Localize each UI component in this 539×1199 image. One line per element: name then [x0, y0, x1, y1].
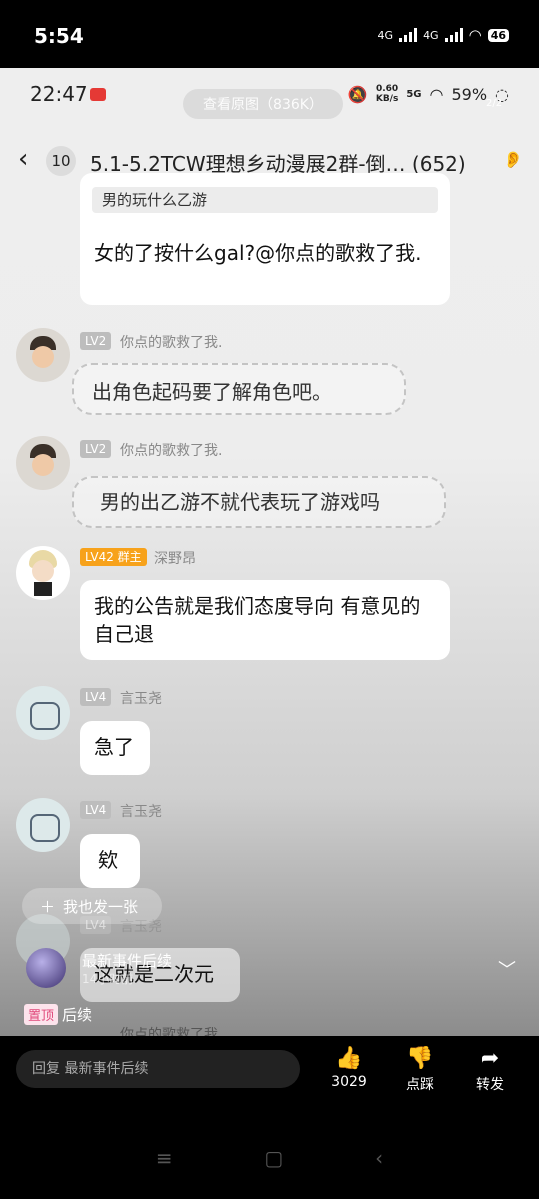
- speed-unit: KB/s: [375, 94, 399, 104]
- thumbs-up-icon: 👍: [335, 1046, 363, 1071]
- speed-value: 0.60: [375, 84, 399, 94]
- level-badge: LV2: [80, 332, 112, 350]
- menu-icon[interactable]: ≡: [156, 1146, 173, 1170]
- back-icon[interactable]: ‹: [375, 1146, 383, 1170]
- signal-icon: [444, 28, 463, 42]
- avatar[interactable]: [16, 686, 70, 740]
- message-bubble[interactable]: 欸: [80, 834, 140, 888]
- message-bubble[interactable]: 男的玩什么乙游 女的了按什么gal?@你点的歌救了我.: [80, 173, 450, 305]
- level-badge: LV2: [80, 440, 112, 458]
- level-badge: LV4: [80, 688, 112, 706]
- screenshot-viewer[interactable]: 22:47 查看原图（836K） 🔕 0.60 KB/s 5G ◠ 59% ◌ …: [0, 68, 539, 1036]
- share-arrow-icon: ➦: [480, 1046, 500, 1071]
- image-pager: 2/2: [486, 98, 503, 109]
- outer-status-bar: 5:54 4G 4G ◠ 46: [0, 0, 539, 68]
- ear-icon[interactable]: 👂: [503, 150, 523, 169]
- like-count: 3029: [331, 1074, 367, 1090]
- event-avatar: [26, 948, 66, 988]
- latest-event-card[interactable]: 最新事件后续 14小时前 ﹀: [26, 948, 516, 990]
- post-image-label: 我也发一张: [63, 897, 139, 916]
- username[interactable]: 你点的歌救了我.: [120, 440, 222, 460]
- pinned-label: 后续: [62, 1006, 93, 1024]
- reply-input[interactable]: 回复 最新事件后续: [16, 1050, 300, 1088]
- inner-clock: 22:47: [30, 82, 88, 106]
- message-text: 男的出乙游不就代表玩了游戏吗: [100, 490, 380, 514]
- level-badge: LV42 群主: [80, 548, 147, 566]
- dislike-label: 点踩: [406, 1077, 434, 1093]
- plus-icon: ＋: [40, 897, 56, 916]
- share-button[interactable]: ➦ 转发: [460, 1046, 520, 1094]
- avatar[interactable]: [16, 328, 70, 382]
- network-label-2: 4G: [423, 28, 439, 42]
- event-time: 14小时前: [82, 972, 134, 986]
- message-bubble[interactable]: 急了: [80, 721, 150, 775]
- wifi-icon: ◠: [429, 84, 444, 104]
- username[interactable]: 深野昂: [154, 548, 196, 568]
- network-label-1: 4G: [377, 28, 394, 42]
- battery-percent: 59%: [451, 84, 488, 104]
- quoted-message: 男的玩什么乙游: [92, 187, 438, 213]
- app-notification-icon: [90, 88, 106, 101]
- battery-icon: 46: [487, 28, 509, 42]
- avatar[interactable]: [16, 546, 70, 600]
- thumbs-down-icon: 👎: [406, 1046, 434, 1071]
- username[interactable]: 言玉尧: [120, 688, 162, 708]
- message-text: 女的了按什么gal?@你点的歌救了我.: [94, 241, 422, 265]
- outer-status-icons: 4G 4G ◠ 46: [378, 26, 509, 44]
- share-label: 转发: [476, 1077, 504, 1093]
- home-icon[interactable]: ▢: [264, 1146, 283, 1170]
- username: 你点的歌救了我.: [120, 1027, 223, 1036]
- message-bubble[interactable]: 我的公告就是我们态度导向 有意见的自己退: [80, 580, 450, 660]
- signal-icon: [399, 28, 418, 42]
- avatar[interactable]: [16, 798, 70, 852]
- mute-bell-icon: 🔕: [347, 84, 368, 104]
- outer-clock: 5:54: [34, 24, 84, 48]
- view-original-label: 查看原图（836K）: [203, 97, 323, 113]
- like-button[interactable]: 👍 3029: [319, 1046, 379, 1090]
- event-title: 最新事件后续: [82, 952, 173, 970]
- message-text: 急了: [94, 735, 134, 759]
- chevron-down-icon[interactable]: ﹀: [498, 956, 516, 982]
- back-chevron-icon[interactable]: ‹: [18, 144, 28, 174]
- dislike-button[interactable]: 👎 点踩: [390, 1046, 450, 1094]
- pinned-tag: 置顶: [24, 1004, 59, 1025]
- unread-count-badge: 10: [46, 146, 76, 176]
- username[interactable]: 你点的歌救了我.: [120, 332, 222, 352]
- network-speed: 0.60 KB/s: [376, 84, 398, 104]
- inner-status-icons: 🔕 0.60 KB/s 5G ◠ 59% ◌: [348, 84, 509, 104]
- avatar[interactable]: [16, 436, 70, 490]
- bottom-action-bar: 回复 最新事件后续 👍 3029 👎 点踩 ➦ 转发 ≡ ▢ ‹: [0, 1036, 539, 1199]
- network-label: 5G: [406, 88, 422, 100]
- message-text: 欸: [98, 848, 118, 872]
- view-original-button[interactable]: 查看原图（836K）: [183, 89, 343, 119]
- inner-status-bar: 22:47 查看原图（836K） 🔕 0.60 KB/s 5G ◠ 59% ◌ …: [0, 68, 539, 126]
- level-badge: LV4: [80, 801, 112, 819]
- wifi-icon: ◠: [468, 26, 482, 44]
- username[interactable]: 言玉尧: [120, 801, 162, 821]
- message-text: 我的公告就是我们态度导向 有意见的自己退: [94, 594, 421, 646]
- system-nav-bar: ≡ ▢ ‹: [0, 1146, 539, 1170]
- pinned-row[interactable]: 置顶 后续: [24, 1004, 92, 1025]
- post-image-button[interactable]: ＋ 我也发一张: [22, 888, 162, 924]
- message-text: 出角色起码要了解角色吧。: [92, 380, 332, 404]
